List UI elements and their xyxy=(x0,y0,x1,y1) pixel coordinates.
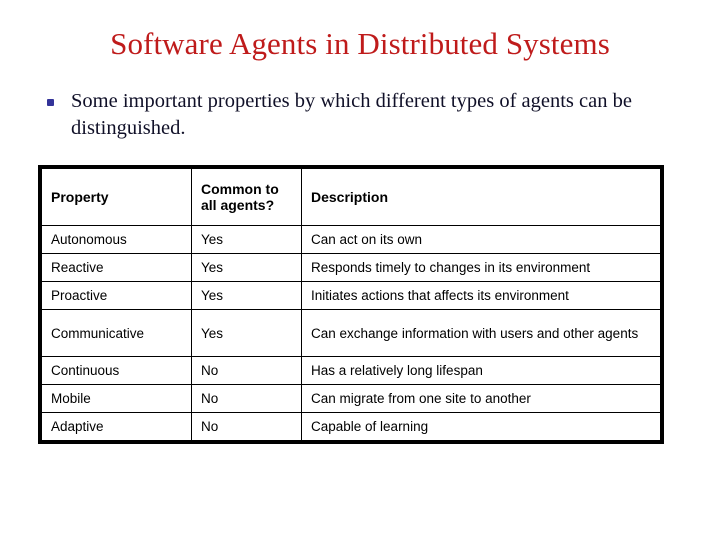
cell-property: Reactive xyxy=(41,253,192,282)
bullet-list: Some important properties by which diffe… xyxy=(40,88,665,142)
table-row: Mobile No Can migrate from one site to a… xyxy=(41,384,661,413)
column-header-common-to-all-agents: Common to all agents? xyxy=(191,168,302,226)
square-bullet-icon xyxy=(47,99,54,106)
cell-common: No xyxy=(191,356,302,385)
cell-description: Initiates actions that affects its envir… xyxy=(301,281,661,310)
table-row: Autonomous Yes Can act on its own xyxy=(41,225,661,254)
column-header-description: Description xyxy=(301,168,661,226)
cell-property: Mobile xyxy=(41,384,192,413)
cell-property: Continuous xyxy=(41,356,192,385)
cell-description: Capable of learning xyxy=(301,412,661,441)
slide-canvas: Software Agents in Distributed Systems S… xyxy=(0,0,720,540)
cell-description: Responds timely to changes in its enviro… xyxy=(301,253,661,282)
cell-description: Can exchange information with users and … xyxy=(301,309,661,357)
agent-properties-table: Property Common to all agents? Descripti… xyxy=(41,168,661,441)
table-row: Adaptive No Capable of learning xyxy=(41,412,661,441)
cell-description: Has a relatively long lifespan xyxy=(301,356,661,385)
column-header-property: Property xyxy=(41,168,192,226)
bullet-item-label: Some important properties by which diffe… xyxy=(71,90,632,139)
table-header: Property Common to all agents? Descripti… xyxy=(41,168,661,226)
cell-common: Yes xyxy=(191,253,302,282)
table-body: Autonomous Yes Can act on its own Reacti… xyxy=(41,225,661,441)
cell-description: Can act on its own xyxy=(301,225,661,254)
cell-common: Yes xyxy=(191,225,302,254)
cell-common: Yes xyxy=(191,281,302,310)
page-title: Software Agents in Distributed Systems xyxy=(110,26,610,61)
table-row: Reactive Yes Responds timely to changes … xyxy=(41,253,661,282)
cell-property: Autonomous xyxy=(41,225,192,254)
cell-property: Communicative xyxy=(41,309,192,357)
agent-properties-table-container: Property Common to all agents? Descripti… xyxy=(38,165,664,444)
cell-description: Can migrate from one site to another xyxy=(301,384,661,413)
column-header-common-line1: Common to xyxy=(201,181,279,197)
table-row: Communicative Yes Can exchange informati… xyxy=(41,309,661,357)
cell-common: Yes xyxy=(191,309,302,357)
table-row: Proactive Yes Initiates actions that aff… xyxy=(41,281,661,310)
cell-property: Adaptive xyxy=(41,412,192,441)
cell-property: Proactive xyxy=(41,281,192,310)
cell-common: No xyxy=(191,384,302,413)
table-header-row: Property Common to all agents? Descripti… xyxy=(41,168,661,226)
column-header-common-line2: all agents? xyxy=(201,197,275,213)
table-row: Continuous No Has a relatively long life… xyxy=(41,356,661,385)
cell-common: No xyxy=(191,412,302,441)
list-item: Some important properties by which diffe… xyxy=(40,88,665,142)
